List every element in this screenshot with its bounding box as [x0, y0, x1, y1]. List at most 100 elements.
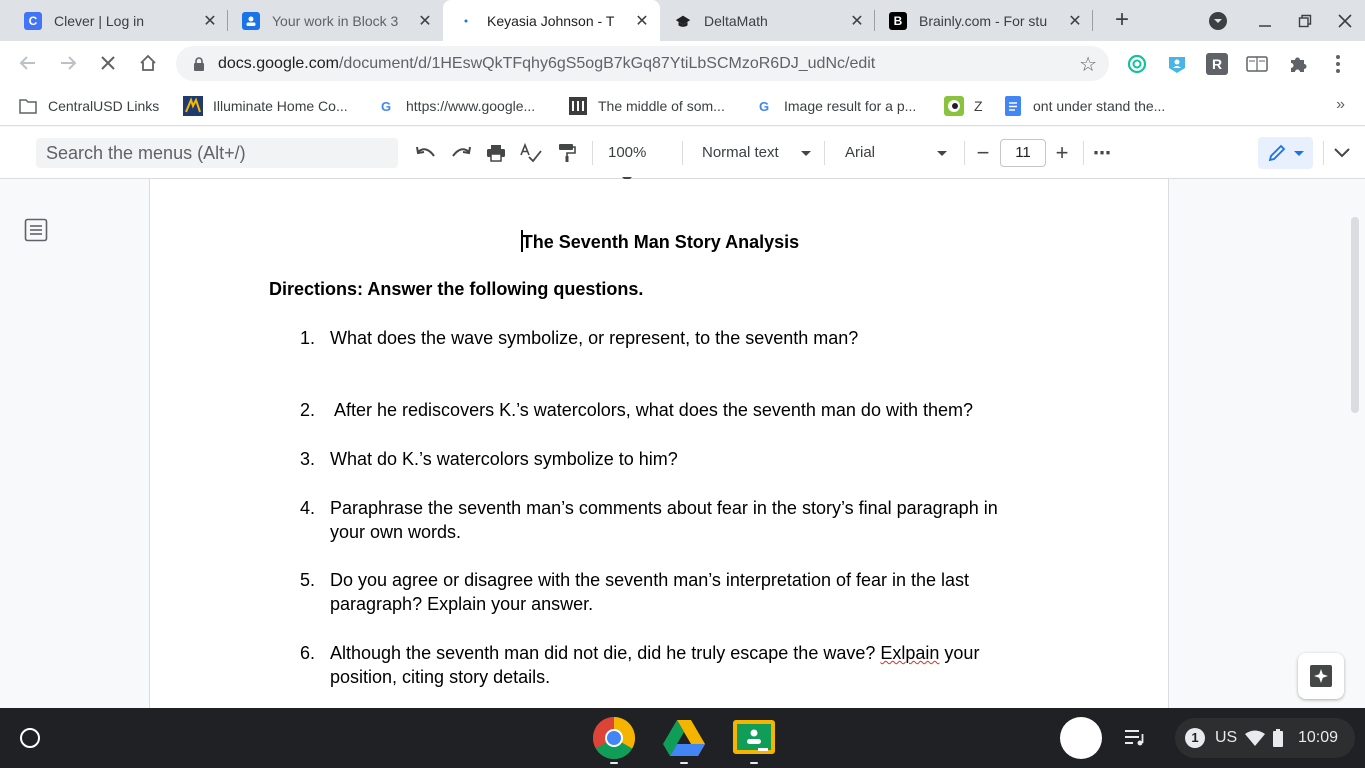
- back-button[interactable]: [14, 49, 42, 77]
- playlist-icon[interactable]: [1124, 728, 1146, 750]
- new-tab-button[interactable]: +: [1108, 6, 1136, 34]
- minimize-button[interactable]: [1252, 8, 1278, 34]
- chrome-icon[interactable]: [592, 716, 636, 764]
- tab-google-doc[interactable]: Keyasia Johnson - T ✕: [443, 0, 660, 41]
- docs-icon: [1003, 96, 1023, 116]
- tab-clever[interactable]: C Clever | Log in ✕: [10, 0, 228, 41]
- bookmarks-overflow-button[interactable]: »: [1336, 96, 1345, 114]
- question-text-part: Although the seventh man did not die, di…: [330, 643, 881, 663]
- illuminate-icon: [183, 96, 203, 116]
- bookmark-label: Illuminate Home Co...: [213, 98, 348, 114]
- font-size-input[interactable]: 11: [1000, 139, 1046, 167]
- museum-icon: [568, 96, 588, 116]
- tab-brainly[interactable]: B Brainly.com - For stu ✕: [875, 0, 1093, 41]
- lock-icon: [192, 56, 206, 71]
- editing-mode-button[interactable]: [1258, 137, 1313, 169]
- stop-loading-button[interactable]: [94, 49, 122, 77]
- classroom-icon[interactable]: [732, 716, 776, 764]
- close-icon: [1338, 14, 1352, 28]
- document-page[interactable]: The Seventh Man Story Analysis Direction…: [149, 179, 1169, 708]
- drive-icon[interactable]: [662, 716, 706, 764]
- browser-toolbar: docs.google.com/document/d/1HEswQkTFqhy6…: [0, 41, 1365, 86]
- close-icon[interactable]: ✕: [200, 11, 220, 31]
- avatar[interactable]: [1060, 717, 1102, 759]
- tab-search-button[interactable]: [1205, 8, 1231, 34]
- list-number: 1.: [300, 328, 316, 348]
- close-icon[interactable]: ✕: [632, 11, 652, 31]
- toolbar-divider: [682, 141, 683, 165]
- explore-button[interactable]: [1298, 653, 1344, 699]
- os-shelf: 1 US 10:09: [0, 708, 1365, 768]
- restore-button[interactable]: [1292, 8, 1318, 34]
- more-vert-icon[interactable]: [1327, 53, 1349, 75]
- more-options-button[interactable]: ⋯: [1090, 141, 1114, 165]
- deltamath-icon: [674, 12, 692, 30]
- r-extension-icon[interactable]: R: [1206, 53, 1228, 75]
- bookmark-illuminate[interactable]: Illuminate Home Co...: [183, 95, 348, 117]
- list-number: 6.: [300, 643, 316, 663]
- decrease-font-size-button[interactable]: −: [971, 140, 995, 165]
- z-icon: [944, 96, 964, 116]
- menu-search-input[interactable]: Search the menus (Alt+/): [36, 138, 398, 168]
- question-text: Paraphrase the seventh man’s comments ab…: [330, 498, 998, 542]
- close-icon[interactable]: ✕: [1065, 11, 1085, 31]
- question-text: Although the seventh man did not die, di…: [330, 641, 1000, 689]
- vertical-scrollbar[interactable]: [1351, 217, 1359, 413]
- user-extension-icon[interactable]: [1166, 53, 1188, 75]
- forward-button[interactable]: [54, 49, 82, 77]
- address-bar[interactable]: docs.google.com/document/d/1HEswQkTFqhy6…: [176, 46, 1109, 81]
- directions-text[interactable]: Directions: Answer the following questio…: [269, 279, 643, 300]
- chevron-down-icon: [1334, 148, 1350, 158]
- puzzle-icon[interactable]: [1287, 53, 1309, 75]
- keyboard-layout: US: [1215, 729, 1238, 746]
- bookmark-middle[interactable]: The middle of som...: [568, 95, 725, 117]
- undo-button[interactable]: [414, 141, 438, 165]
- loading-icon: [457, 12, 475, 30]
- question-text: After he rediscovers K.’s watercolors, w…: [330, 400, 973, 420]
- bookmark-centralusd[interactable]: CentralUSD Links: [18, 95, 159, 117]
- zoom-select[interactable]: 100%: [608, 140, 674, 182]
- battery-icon: [1273, 729, 1283, 752]
- document-title[interactable]: The Seventh Man Story Analysis: [150, 230, 1170, 253]
- bookmark-google[interactable]: G https://www.google...: [376, 95, 535, 117]
- font-select[interactable]: Arial: [845, 140, 957, 166]
- outline-icon[interactable]: [24, 218, 48, 242]
- folder-icon: [18, 96, 38, 116]
- tab-title: Your work in Block 3: [272, 12, 399, 29]
- print-icon: [487, 145, 505, 162]
- list-number: 2.: [300, 400, 316, 420]
- close-icon: [101, 56, 115, 70]
- launcher-icon[interactable]: [20, 728, 40, 748]
- chevron-down-icon: [1209, 12, 1227, 30]
- bookmark-z[interactable]: Z: [944, 95, 983, 117]
- status-area[interactable]: 1 US 10:09: [1175, 718, 1355, 758]
- misspelled-word[interactable]: Exlpain: [880, 643, 939, 663]
- running-indicator: [750, 762, 758, 764]
- question-text: What does the wave symbolize, or represe…: [330, 328, 859, 348]
- paint-format-button[interactable]: [555, 141, 579, 165]
- paragraph-style-select[interactable]: Normal text: [702, 140, 814, 166]
- question-text: What do K.’s watercolors symbolize to hi…: [330, 449, 678, 469]
- close-icon[interactable]: ✕: [415, 11, 435, 31]
- close-icon[interactable]: ✕: [847, 11, 867, 31]
- home-button[interactable]: [134, 49, 162, 77]
- close-window-button[interactable]: [1332, 8, 1358, 34]
- caret-down-icon: [937, 150, 948, 156]
- bookmark-docs[interactable]: ont under stand the...: [1003, 95, 1165, 117]
- reader-icon[interactable]: [1246, 53, 1268, 75]
- spellcheck-button[interactable]: [519, 141, 543, 165]
- list-number: 3.: [300, 449, 316, 469]
- bookmark-label: CentralUSD Links: [48, 98, 160, 114]
- caret-down-icon: [1293, 150, 1304, 156]
- redo-button[interactable]: [449, 141, 473, 165]
- tab-deltamath[interactable]: DeltaMath ✕: [660, 0, 875, 41]
- toolbar-divider: [592, 141, 593, 165]
- bookmark-image-result[interactable]: G Image result for a p...: [754, 95, 916, 117]
- increase-font-size-button[interactable]: +: [1050, 140, 1074, 165]
- style-value: Normal text: [702, 144, 779, 161]
- grammarly-icon[interactable]: [1126, 53, 1148, 75]
- star-icon[interactable]: ☆: [1079, 52, 1097, 77]
- tab-classroom[interactable]: Your work in Block 3 ✕: [228, 0, 443, 41]
- print-button[interactable]: [484, 141, 508, 165]
- hide-menus-button[interactable]: [1330, 141, 1354, 165]
